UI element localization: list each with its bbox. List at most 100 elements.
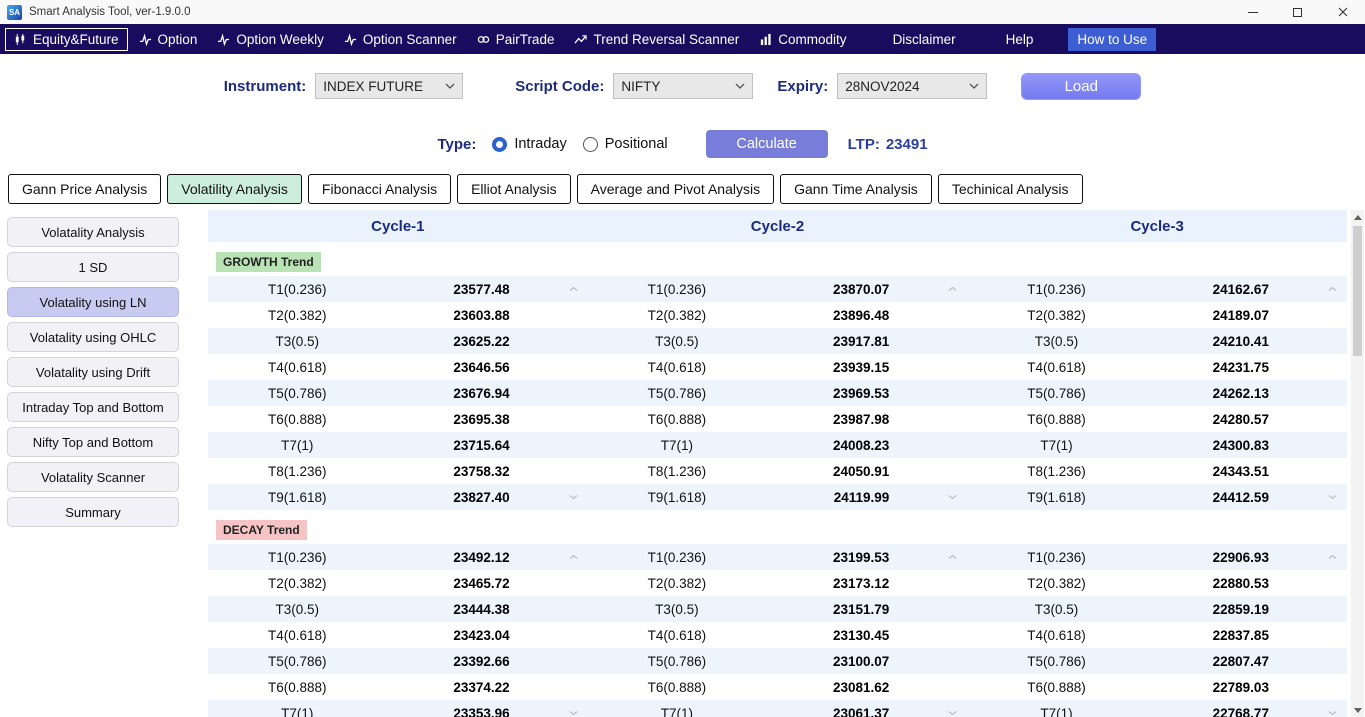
- chevron-up-icon[interactable]: [569, 287, 578, 292]
- scroll-down-icon[interactable]: [1354, 703, 1362, 717]
- script-code-dropdown[interactable]: NIFTY: [613, 73, 753, 99]
- tab-gann-time-analysis[interactable]: Gann Time Analysis: [780, 174, 932, 204]
- row-value: 23061.37: [766, 706, 967, 717]
- row-value: 22789.03: [1146, 680, 1347, 695]
- trend-reversal-scanner-icon: [574, 33, 587, 46]
- row-label: T8(1.236): [588, 464, 766, 479]
- row-label: T7(1): [588, 438, 766, 453]
- tab-average-and-pivot-analysis[interactable]: Average and Pivot Analysis: [577, 174, 774, 204]
- instrument-dropdown[interactable]: INDEX FUTURE: [315, 73, 463, 99]
- row-label: T1(0.236): [588, 282, 766, 297]
- chevron-down-icon[interactable]: [948, 495, 957, 500]
- menu-item-commodity[interactable]: Commodity: [750, 28, 855, 51]
- row-label: T2(0.382): [588, 576, 766, 591]
- cycle-1-cell: T6(0.888)23695.38: [208, 406, 588, 432]
- row-value: 23492.12: [386, 550, 587, 565]
- vertical-scrollbar[interactable]: [1351, 210, 1364, 717]
- table-row: T6(0.888)23695.38T6(0.888)23987.98T6(0.8…: [208, 406, 1347, 432]
- menu-item-trend-reversal-scanner[interactable]: Trend Reversal Scanner: [565, 28, 748, 51]
- row-label: T8(1.236): [967, 464, 1145, 479]
- row-label: T5(0.786): [967, 654, 1145, 669]
- row-value: 23173.12: [766, 576, 967, 591]
- close-button[interactable]: [1320, 0, 1365, 24]
- row-value: 23646.56: [386, 360, 587, 375]
- cycle-2-cell: T7(1)23061.37: [588, 700, 968, 717]
- sidebar-item-volatality-using-ln[interactable]: Volatality using LN: [7, 287, 179, 317]
- expiry-dropdown[interactable]: 28NOV2024: [837, 73, 987, 99]
- sidebar-item-1-sd[interactable]: 1 SD: [7, 252, 179, 282]
- scrollbar-thumb[interactable]: [1353, 226, 1362, 356]
- caption-buttons: [1230, 0, 1365, 24]
- cycle-1-cell: T7(1)23353.96: [208, 700, 588, 717]
- decay-trend-badge: DECAY Trend: [216, 520, 307, 540]
- cycle-3-cell: T7(1)22768.77: [967, 700, 1347, 717]
- cycle-1-cell: T3(0.5)23444.38: [208, 596, 588, 622]
- chevron-up-icon[interactable]: [569, 555, 578, 560]
- sidebar-item-nifty-top-and-bottom[interactable]: Nifty Top and Bottom: [7, 427, 179, 457]
- row-value: 23100.07: [766, 654, 967, 669]
- chevron-up-icon[interactable]: [948, 555, 957, 560]
- chevron-down-icon: [969, 83, 979, 89]
- script-code-label: Script Code:: [515, 78, 604, 95]
- chevron-up-icon[interactable]: [1328, 287, 1337, 292]
- row-label: T6(0.888): [588, 412, 766, 427]
- sidebar-item-intraday-top-and-bottom[interactable]: Intraday Top and Bottom: [7, 392, 179, 422]
- row-label: T9(1.618): [588, 490, 766, 505]
- table-row: T2(0.382)23465.72T2(0.382)23173.12T2(0.3…: [208, 570, 1347, 596]
- tab-techinical-analysis[interactable]: Techinical Analysis: [938, 174, 1083, 204]
- menu-item-how-to-use[interactable]: How to Use: [1068, 28, 1156, 51]
- chevron-up-icon[interactable]: [948, 287, 957, 292]
- tab-fibonacci-analysis[interactable]: Fibonacci Analysis: [308, 174, 451, 204]
- radio-positional[interactable]: Positional: [583, 136, 668, 152]
- tab-volatility-analysis[interactable]: Volatility Analysis: [167, 174, 302, 204]
- cycle-3-cell: T3(0.5)22859.19: [967, 596, 1347, 622]
- row-label: T3(0.5): [588, 602, 766, 617]
- menu-item-option[interactable]: Option: [130, 28, 207, 51]
- row-label: T7(1): [208, 438, 386, 453]
- cycle-2-cell: T3(0.5)23151.79: [588, 596, 968, 622]
- sidebar-item-summary[interactable]: Summary: [7, 497, 179, 527]
- maximize-button[interactable]: [1275, 0, 1320, 24]
- row-value: 24412.59: [1146, 490, 1347, 505]
- row-label: T1(0.236): [208, 282, 386, 297]
- tab-gann-price-analysis[interactable]: Gann Price Analysis: [8, 174, 161, 204]
- cycle-1-cell: T3(0.5)23625.22: [208, 328, 588, 354]
- row-label: T5(0.786): [208, 386, 386, 401]
- row-value: 23715.64: [386, 438, 587, 453]
- row-value: 23444.38: [386, 602, 587, 617]
- radio-intraday[interactable]: Intraday: [492, 136, 566, 152]
- menu-item-pairtrade[interactable]: PairTrade: [468, 28, 564, 51]
- table-row: T5(0.786)23392.66T5(0.786)23100.07T5(0.7…: [208, 648, 1347, 674]
- chevron-down-icon[interactable]: [1328, 711, 1337, 716]
- sidebar-item-volatality-using-drift[interactable]: Volatality using Drift: [7, 357, 179, 387]
- script-code-value: NIFTY: [621, 79, 660, 94]
- calculate-button[interactable]: Calculate: [706, 130, 828, 158]
- expiry-label: Expiry:: [777, 78, 828, 95]
- minimize-button[interactable]: [1230, 0, 1275, 24]
- row-value: 24210.41: [1146, 334, 1347, 349]
- section-header-row: DECAY Trend: [208, 518, 1347, 542]
- chevron-down-icon[interactable]: [569, 495, 578, 500]
- scroll-up-icon[interactable]: [1354, 210, 1362, 224]
- menu-item-equity-future[interactable]: Equity&Future: [5, 28, 128, 51]
- sidebar-item-volatality-analysis[interactable]: Volatality Analysis: [7, 217, 179, 247]
- chevron-down-icon[interactable]: [1328, 495, 1337, 500]
- menu-item-disclaimer[interactable]: Disclaimer: [884, 28, 965, 51]
- minimize-icon: [1248, 12, 1258, 13]
- row-value: 23392.66: [386, 654, 587, 669]
- sidebar-item-volatality-scanner[interactable]: Volatality Scanner: [7, 462, 179, 492]
- menu-item-help[interactable]: Help: [997, 28, 1043, 51]
- chevron-up-icon[interactable]: [1328, 555, 1337, 560]
- load-button[interactable]: Load: [1021, 73, 1141, 100]
- cycle-3-cell: T6(0.888)24280.57: [967, 406, 1347, 432]
- row-value: 23081.62: [766, 680, 967, 695]
- sidebar-item-volatality-using-ohlc[interactable]: Volatality using OHLC: [7, 322, 179, 352]
- row-value: 24262.13: [1146, 386, 1347, 401]
- cycle-1-cell: T4(0.618)23423.04: [208, 622, 588, 648]
- row-value: 23423.04: [386, 628, 587, 643]
- chevron-down-icon[interactable]: [948, 711, 957, 716]
- chevron-down-icon[interactable]: [569, 711, 578, 716]
- tab-elliot-analysis[interactable]: Elliot Analysis: [457, 174, 571, 204]
- menu-item-option-weekly[interactable]: Option Weekly: [208, 28, 333, 51]
- menu-item-option-scanner[interactable]: Option Scanner: [335, 28, 466, 51]
